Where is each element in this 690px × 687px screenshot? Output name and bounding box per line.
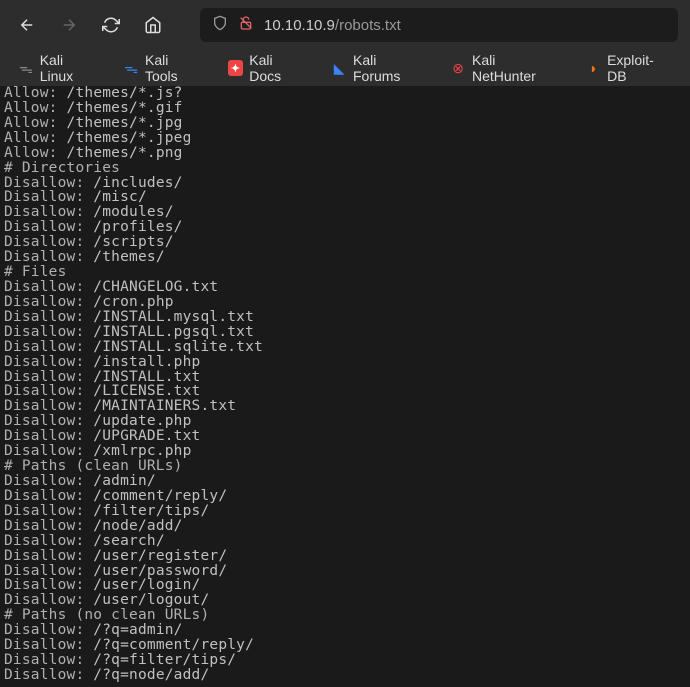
bookmark-kali-linux[interactable]: ᯓ Kali Linux xyxy=(10,48,107,88)
browser-toolbar: 10.10.10.9/robots.txt xyxy=(0,0,690,50)
page-content: Allow: /themes/*.js? Allow: /themes/*.gi… xyxy=(0,86,690,683)
url-bar[interactable]: 10.10.10.9/robots.txt xyxy=(200,8,678,42)
bookmark-label: Kali Docs xyxy=(249,52,307,84)
forum-icon: ◣ xyxy=(331,60,347,76)
bookmark-kali-nethunter[interactable]: ⊗ Kali NetHunter xyxy=(442,48,569,88)
lock-insecure-icon xyxy=(238,15,254,36)
hunter-icon: ⊗ xyxy=(450,60,466,76)
bookmark-kali-tools[interactable]: ᯓ Kali Tools xyxy=(115,48,211,88)
bookmark-label: Kali Forums xyxy=(353,52,426,84)
reload-button[interactable] xyxy=(96,10,126,40)
bookmark-exploit-db[interactable]: ◗ Exploit-DB xyxy=(577,48,680,88)
shield-icon xyxy=(212,15,228,36)
arrow-right-icon xyxy=(60,16,78,34)
doc-icon: ✦ xyxy=(228,60,244,76)
back-button[interactable] xyxy=(12,10,42,40)
dragon-icon: ᯓ xyxy=(123,60,139,76)
bookmark-label: Kali NetHunter xyxy=(472,52,561,84)
bookmark-kali-docs[interactable]: ✦ Kali Docs xyxy=(220,48,316,88)
bookmark-label: Kali Tools xyxy=(145,52,204,84)
reload-icon xyxy=(102,16,120,34)
arrow-left-icon xyxy=(18,16,36,34)
bookmark-label: Exploit-DB xyxy=(607,52,672,84)
home-icon xyxy=(144,16,162,34)
exploit-icon: ◗ xyxy=(585,60,601,76)
home-button[interactable] xyxy=(138,10,168,40)
bookmarks-bar: ᯓ Kali Linux ᯓ Kali Tools ✦ Kali Docs ◣ … xyxy=(0,50,690,86)
dragon-icon: ᯓ xyxy=(18,60,34,76)
bookmark-kali-forums[interactable]: ◣ Kali Forums xyxy=(323,48,434,88)
forward-button[interactable] xyxy=(54,10,84,40)
url-text: 10.10.10.9/robots.txt xyxy=(264,17,401,34)
bookmark-label: Kali Linux xyxy=(40,52,100,84)
